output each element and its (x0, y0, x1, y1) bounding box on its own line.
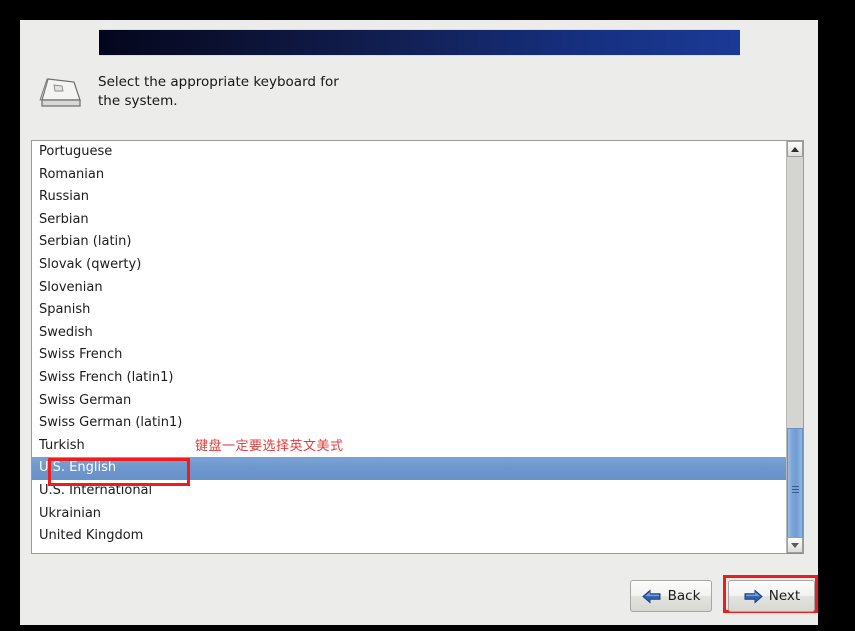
list-item[interactable]: Serbian (32, 209, 786, 232)
list-item[interactable]: Slovenian (32, 277, 786, 300)
next-button[interactable]: Next (728, 580, 815, 612)
list-item[interactable]: Ukrainian (32, 503, 786, 526)
arrow-right-icon (743, 588, 763, 604)
list-item[interactable]: Swiss French (latin1) (32, 367, 786, 390)
list-item[interactable]: Turkish (32, 435, 786, 458)
back-button-label: Back (667, 588, 701, 604)
list-item[interactable]: Swiss French (32, 344, 786, 367)
list-item[interactable]: Romanian (32, 164, 786, 187)
list-item[interactable]: Serbian (latin) (32, 231, 786, 254)
button-bar: Back Next (20, 576, 818, 616)
header-row: Select the appropriate keyboard for the … (34, 73, 794, 121)
vertical-scrollbar[interactable] (786, 141, 803, 554)
list-item[interactable]: Portuguese (32, 141, 786, 164)
list-item[interactable]: Slovak (qwerty) (32, 254, 786, 277)
list-item[interactable]: Swiss German (latin1) (32, 412, 786, 435)
scrollbar-track[interactable] (787, 157, 803, 554)
list-item[interactable]: U.S. International (32, 480, 786, 503)
scrollbar-down-button[interactable] (787, 537, 803, 553)
keyboard-list-box[interactable]: Portuguese Romanian Russian Serbian Serbian … (31, 140, 804, 554)
back-button[interactable]: Back (630, 580, 712, 612)
keyboard-key-icon (34, 73, 86, 117)
list-item[interactable]: Spanish (32, 299, 786, 322)
keyboard-list-items: Portuguese Romanian Russian Serbian Serbian … (32, 141, 786, 548)
list-item[interactable]: Russian (32, 186, 786, 209)
arrow-left-icon (641, 588, 662, 604)
installer-panel: Select the appropriate keyboard for the … (20, 20, 818, 625)
list-item[interactable]: Swiss German (32, 390, 786, 413)
grip-lines-icon (792, 486, 799, 496)
screen: Select the appropriate keyboard for the … (0, 0, 855, 631)
next-button-label: Next (768, 588, 801, 604)
list-item[interactable]: U.S. English (32, 457, 786, 480)
list-item[interactable]: United Kingdom (32, 525, 786, 548)
instruction-text: Select the appropriate keyboard for the … (98, 74, 339, 109)
chevron-down-icon (791, 542, 799, 548)
chevron-up-icon (791, 146, 799, 152)
scrollbar-thumb[interactable] (787, 428, 803, 554)
keyboard-list-viewport[interactable]: Portuguese Romanian Russian Serbian Serbian … (32, 141, 786, 553)
list-item[interactable]: Swedish (32, 322, 786, 345)
scrollbar-up-button[interactable] (787, 141, 803, 157)
title-banner (99, 29, 740, 56)
annotation-note-text: 键盘一定要选择英文美式 (195, 439, 344, 454)
